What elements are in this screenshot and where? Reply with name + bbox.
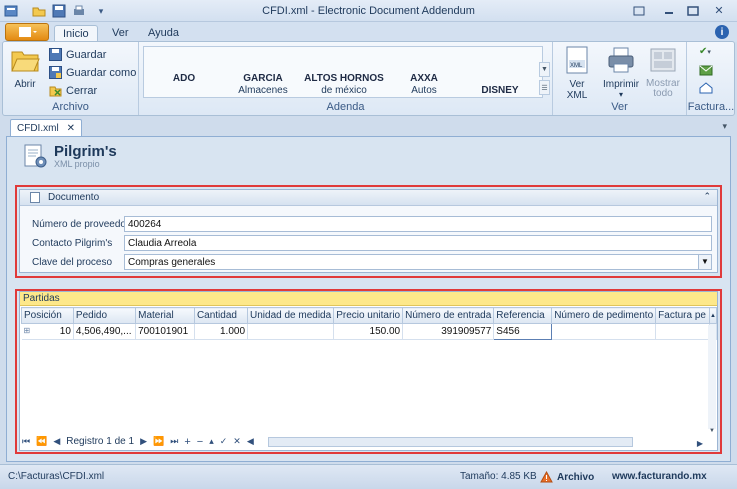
adenda-group-label: Adenda xyxy=(326,101,365,113)
adenda-item-name: GARCIA xyxy=(243,73,283,84)
xml-file-icon: XML xyxy=(566,46,588,74)
adenda-item-sub: Almacenes xyxy=(238,85,288,96)
tab-ayuda[interactable]: Ayuda xyxy=(140,25,187,42)
status-file-path: C:\Facturas\CFDI.xml xyxy=(8,471,105,482)
adenda-item-ado[interactable]: ADO xyxy=(154,73,214,85)
adenda-item-name: DISNEY xyxy=(481,85,519,96)
todo-label: todo xyxy=(653,88,673,99)
status-bar: C:\Facturas\CFDI.xml Tamaño: 4.85 KB Arc… xyxy=(0,464,737,489)
imprimir-dropdown-icon[interactable]: ▾ xyxy=(603,90,639,99)
abrir-label: Abrir xyxy=(14,79,36,90)
ribbon: Abrir Guardar Guardar como Cerrar Archiv… xyxy=(2,41,735,116)
close-file-icon xyxy=(49,86,62,97)
mostrar-todo-button[interactable]: Mostrar todo xyxy=(645,46,681,99)
adenda-item-axxa[interactable]: AXXA Autos xyxy=(394,73,454,97)
abrir-button[interactable]: Abrir xyxy=(9,46,41,90)
adenda-item-name: ADO xyxy=(172,73,196,84)
status-archivo[interactable]: Archivo xyxy=(540,471,594,483)
partidas-highlight-frame xyxy=(15,289,722,454)
tab-cfdi-xml[interactable]: CFDI.xml ✕ xyxy=(10,119,82,137)
adenda-group: ADO GARCIA Almacenes ALTOS HORNOS de méx… xyxy=(139,42,553,115)
adenda-item-name: AXXA xyxy=(410,73,438,84)
application-menu-button[interactable] xyxy=(5,23,49,41)
tab-ver[interactable]: Ver xyxy=(104,25,137,42)
xml-document-gear-icon xyxy=(24,144,47,168)
cerrar-label: Cerrar xyxy=(66,84,98,97)
guardar-label: Guardar xyxy=(66,48,107,61)
doc-tab-label: CFDI.xml xyxy=(17,123,59,134)
cerrar-button[interactable]: Cerrar xyxy=(49,82,97,99)
save-as-icon xyxy=(49,66,62,79)
restore-down-icon[interactable] xyxy=(630,3,648,18)
adenda-gallery: ADO GARCIA Almacenes ALTOS HORNOS de méx… xyxy=(143,46,543,98)
adenda-item-disney[interactable]: DISNEY xyxy=(470,85,530,97)
imprimir-label: Imprimir xyxy=(603,79,640,90)
archivo-group-label: Archivo xyxy=(52,101,89,113)
adenda-item-name: ALTOS HORNOS xyxy=(304,73,384,84)
document-tab-strip: CFDI.xml ✕ ▾ xyxy=(6,118,731,137)
tab-inicio[interactable]: Inicio xyxy=(54,25,98,42)
imprimir-button[interactable]: Imprimir ▾ xyxy=(603,46,639,99)
folder-open-icon xyxy=(11,51,40,72)
guardar-como-label: Guardar como xyxy=(66,66,137,79)
adenda-item-sub: de méxico xyxy=(321,85,367,96)
save-icon xyxy=(49,48,62,61)
status-archivo-label: Archivo xyxy=(557,471,595,483)
maximize-icon[interactable] xyxy=(684,3,702,18)
document-area: Pilgrim's XML propio Documento ⌃ Número … xyxy=(6,136,731,462)
send-mail-icon[interactable] xyxy=(699,64,713,79)
ver-group: XML Ver XML Imprimir ▾ Mostrar todo Ver xyxy=(553,42,687,115)
warning-icon xyxy=(540,471,553,483)
ver-group-label: Ver xyxy=(611,101,628,113)
page-title: Pilgrim's xyxy=(54,143,117,160)
close-window-icon[interactable]: ✕ xyxy=(710,3,728,18)
help-info-icon[interactable]: i xyxy=(715,25,729,39)
adenda-item-sub: Autos xyxy=(411,85,437,96)
printer-icon xyxy=(608,47,634,73)
ver-xml-label: Ver XML xyxy=(566,79,588,101)
title-bar: ▾ CFDI.xml - Electronic Document Addendu… xyxy=(0,0,737,22)
guardar-button[interactable]: Guardar xyxy=(49,46,106,63)
factura-group-label: Factura... xyxy=(687,101,735,113)
page-subtitle: XML propio xyxy=(54,159,100,169)
factura-group: ✔▾ Factura... xyxy=(687,42,735,115)
window-title: CFDI.xml - Electronic Document Addendum xyxy=(262,5,475,17)
svg-text:XML: XML xyxy=(570,63,583,69)
adenda-item-garcia[interactable]: GARCIA Almacenes xyxy=(228,73,298,97)
gallery-expand-icon[interactable]: ☰ xyxy=(539,80,550,95)
validate-icon[interactable]: ✔▾ xyxy=(699,46,711,57)
show-all-icon xyxy=(650,48,676,72)
adenda-item-altos-hornos[interactable]: ALTOS HORNOS de méxico xyxy=(300,73,388,97)
status-website-link[interactable]: www.facturando.mx xyxy=(612,471,707,482)
archivo-group: Abrir Guardar Guardar como Cerrar Archiv… xyxy=(3,42,139,115)
gallery-scroll-down-icon[interactable]: ▼ xyxy=(539,62,550,77)
minimize-icon[interactable] xyxy=(660,3,678,18)
tab-list-dropdown-icon[interactable]: ▾ xyxy=(722,121,727,132)
ver-xml-button[interactable]: XML Ver XML xyxy=(559,46,595,101)
documento-highlight-frame xyxy=(15,185,722,278)
ribbon-tabs: Inicio Ver Ayuda i xyxy=(0,22,737,42)
guardar-como-button[interactable]: Guardar como xyxy=(49,64,136,81)
close-tab-icon[interactable]: ✕ xyxy=(67,123,75,134)
status-file-size: Tamaño: 4.85 KB xyxy=(460,471,537,482)
home-icon[interactable] xyxy=(699,82,713,97)
